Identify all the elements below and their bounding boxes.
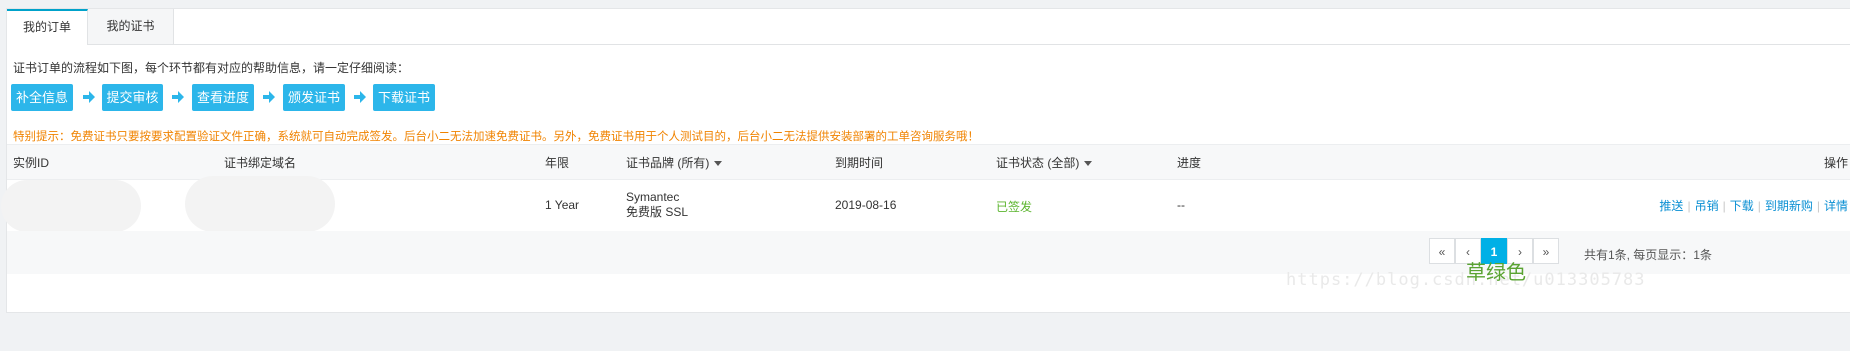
col-brand-label: 证书品牌 (所有) bbox=[626, 156, 710, 170]
details-link[interactable]: 详情 bbox=[1824, 199, 1848, 213]
cell-expiry: 2019-08-16 bbox=[835, 198, 897, 212]
status-badge: 已签发 bbox=[996, 200, 1033, 214]
col-status-filter[interactable]: 证书状态 (全部) bbox=[996, 145, 1093, 181]
caret-down-icon bbox=[714, 161, 723, 167]
divider: | bbox=[1687, 199, 1691, 213]
step-issue-certificate-button[interactable]: 颁发证书 bbox=[283, 84, 345, 111]
color-annotation-text: 草绿色 bbox=[1466, 262, 1526, 284]
special-notice-text: 特别提示：免费证书只要按要求配置验证文件正确，系统就可自动完成签发。后台小二无法… bbox=[13, 131, 979, 143]
cell-progress: -- bbox=[1177, 198, 1185, 212]
cell-brand-edition: 免费版 SSL bbox=[626, 205, 689, 219]
table-header: 实例ID 证书绑定域名 年限 证书品牌 (所有) 到期时间 证书状态 (全部) … bbox=[7, 144, 1850, 180]
tab-my-certificates[interactable]: 我的证书 bbox=[88, 9, 174, 44]
divider: | bbox=[1816, 199, 1820, 213]
cell-term: 1 Year bbox=[545, 198, 580, 212]
last-page-button[interactable]: » bbox=[1533, 238, 1559, 264]
cell-brand-name: Symantec bbox=[626, 190, 680, 204]
redacted-instance-id bbox=[1, 180, 141, 232]
process-intro-text: 证书订单的流程如下图，每个环节都有对应的帮助信息，请一定仔细阅读： bbox=[13, 61, 410, 75]
arrow-right-icon bbox=[83, 91, 95, 103]
divider: | bbox=[1722, 199, 1726, 213]
step-complete-info-button[interactable]: 补全信息 bbox=[11, 84, 73, 111]
col-expiry: 到期时间 bbox=[835, 156, 884, 170]
arrow-right-icon bbox=[172, 91, 184, 103]
step-download-certificate-button[interactable]: 下载证书 bbox=[373, 84, 435, 111]
renew-purchase-link[interactable]: 到期新购 bbox=[1765, 199, 1813, 213]
col-actions: 操作 bbox=[1823, 156, 1848, 170]
tab-bar: 我的订单 我的证书 bbox=[7, 9, 1850, 45]
pagination-total-text: 共有1条, 每页显示：1条 bbox=[1583, 248, 1712, 262]
col-instance-id: 实例ID bbox=[13, 156, 50, 170]
tab-my-orders[interactable]: 我的订单 bbox=[7, 9, 88, 45]
table-row: 1 Year Symantec 免费版 SSL 2019-08-16 已签发 -… bbox=[1, 176, 1850, 232]
col-term: 年限 bbox=[545, 156, 570, 170]
col-status-label: 证书状态 (全部) bbox=[996, 156, 1080, 170]
col-brand-filter[interactable]: 证书品牌 (所有) bbox=[626, 145, 723, 181]
divider: | bbox=[1757, 199, 1761, 213]
push-link[interactable]: 推送 bbox=[1659, 199, 1683, 213]
step-view-progress-button[interactable]: 查看进度 bbox=[192, 84, 254, 111]
orders-panel: 我的订单 我的证书 证书订单的流程如下图，每个环节都有对应的帮助信息，请一定仔细… bbox=[1, 8, 1850, 313]
cell-brand: Symantec 免费版 SSL bbox=[626, 190, 688, 220]
step-submit-review-button[interactable]: 提交审核 bbox=[102, 84, 163, 111]
revoke-link[interactable]: 吊销 bbox=[1695, 199, 1719, 213]
pagination-bar bbox=[7, 231, 1850, 274]
first-page-button[interactable]: « bbox=[1429, 238, 1455, 264]
download-link[interactable]: 下载 bbox=[1730, 199, 1754, 213]
redacted-domain bbox=[185, 176, 335, 232]
col-progress: 进度 bbox=[1177, 156, 1202, 170]
arrow-right-icon bbox=[354, 91, 366, 103]
row-actions: 推送 | 吊销 | 下载 | 到期新购 | 详情 bbox=[1659, 197, 1848, 214]
caret-down-icon bbox=[1084, 161, 1093, 167]
arrow-right-icon bbox=[263, 91, 275, 103]
